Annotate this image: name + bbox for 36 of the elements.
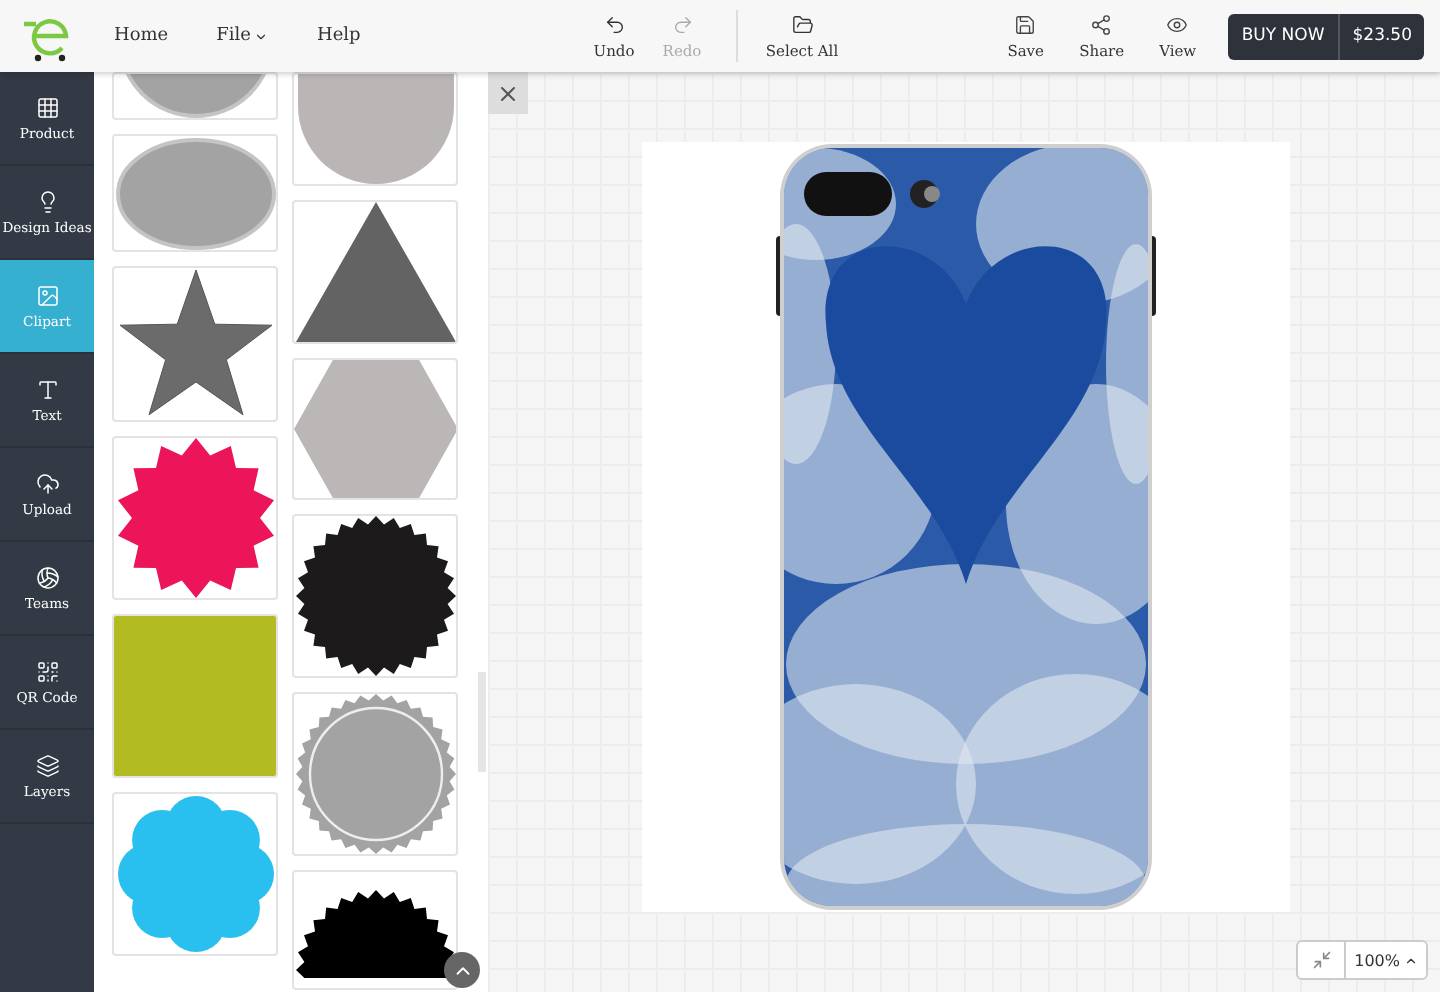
menu-item[interactable]: File xyxy=(216,26,269,46)
clipart-tile[interactable] xyxy=(112,614,278,778)
text-icon xyxy=(35,377,59,401)
menu-item[interactable]: Help xyxy=(316,26,361,46)
buy-now-button[interactable]: BUY NOW $23.50 xyxy=(1227,13,1424,59)
ball-icon xyxy=(35,565,59,589)
clipart-tile[interactable] xyxy=(292,72,458,186)
clipart-tile[interactable] xyxy=(292,870,458,990)
qr-icon xyxy=(35,659,59,683)
close-icon xyxy=(496,81,520,105)
clipart-tile[interactable] xyxy=(292,200,458,344)
upload-icon xyxy=(35,471,59,495)
folder-icon xyxy=(791,13,813,35)
undo-icon xyxy=(603,13,625,35)
clipart-tile[interactable] xyxy=(292,514,458,678)
bulb-icon xyxy=(35,189,59,213)
grid-icon xyxy=(35,95,59,119)
caret-icon xyxy=(1404,953,1418,967)
share-icon xyxy=(1090,13,1113,35)
clipart-tile[interactable] xyxy=(112,134,278,252)
redo-icon xyxy=(671,13,693,35)
eye-icon xyxy=(1166,13,1189,35)
clipart-tile[interactable] xyxy=(112,266,278,422)
close-button[interactable] xyxy=(488,72,528,114)
clipart-tile[interactable] xyxy=(112,72,278,120)
image-icon xyxy=(35,283,59,307)
save-icon xyxy=(1014,13,1037,35)
scroll-top-button[interactable] xyxy=(444,952,480,988)
clipart-tile[interactable] xyxy=(292,692,458,856)
price-label: $23.50 xyxy=(1338,13,1424,59)
clipart-tile[interactable] xyxy=(112,436,278,600)
clipart-tile[interactable] xyxy=(112,792,278,956)
layers-icon xyxy=(35,753,59,777)
menu-item[interactable]: Home xyxy=(114,26,169,46)
clipart-tile[interactable] xyxy=(292,358,458,500)
shrink-icon xyxy=(1311,950,1332,970)
